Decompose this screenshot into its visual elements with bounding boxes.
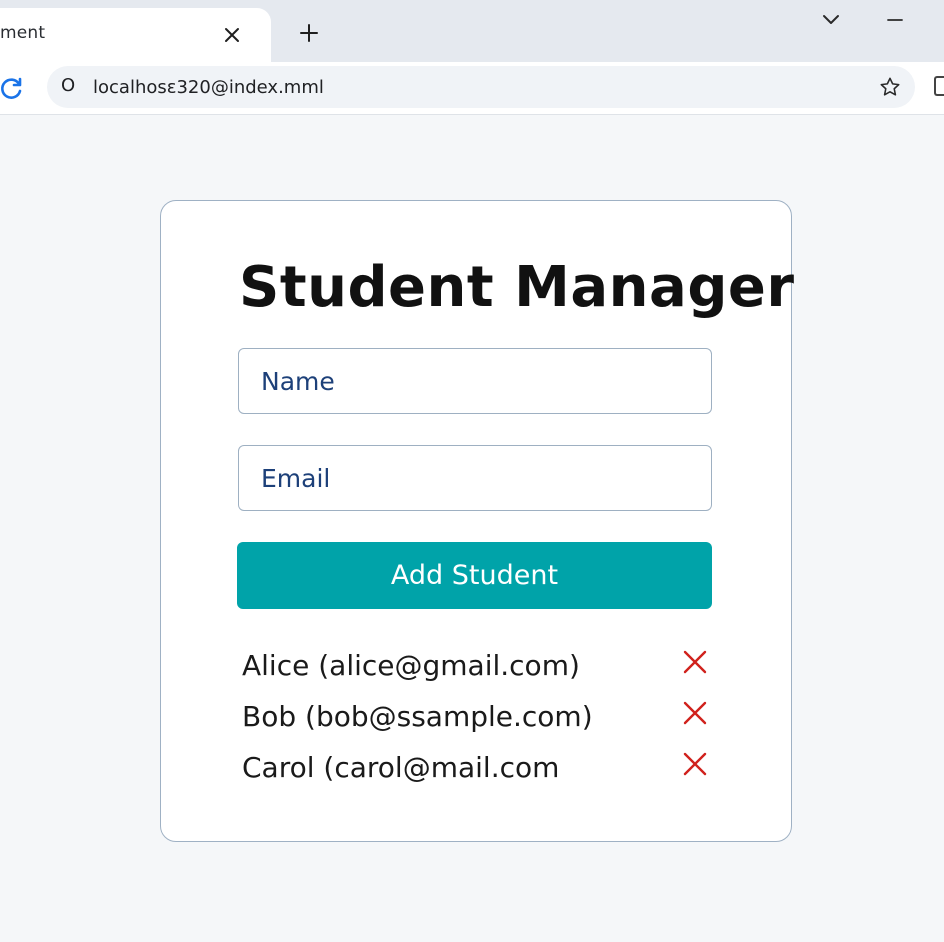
student-label: Bob (bob@ssample.com) bbox=[242, 700, 593, 733]
close-icon bbox=[683, 650, 707, 674]
minimize-icon bbox=[887, 19, 903, 21]
list-item: Bob (bob@ssample.com) bbox=[242, 696, 712, 738]
site-info-button[interactable]: O bbox=[61, 75, 75, 96]
tab-close-button[interactable] bbox=[217, 20, 247, 50]
browser-tab-strip: ment bbox=[0, 0, 944, 62]
page-viewport: Student Manager Add Student Alice (alice… bbox=[0, 115, 944, 942]
side-panel-icon[interactable] bbox=[934, 76, 944, 96]
bookmark-button[interactable] bbox=[877, 74, 903, 100]
tab-search-button[interactable] bbox=[816, 6, 846, 34]
address-bar[interactable]: O localhosε320@index.mml bbox=[47, 66, 915, 108]
remove-student-button[interactable] bbox=[679, 696, 711, 730]
url-text[interactable]: localhosε320@index.mml bbox=[93, 77, 324, 98]
chevron-down-icon bbox=[823, 15, 839, 24]
reload-button[interactable] bbox=[0, 74, 26, 104]
close-icon bbox=[683, 752, 707, 776]
add-student-button[interactable]: Add Student bbox=[237, 542, 712, 609]
star-icon bbox=[880, 77, 900, 96]
close-icon bbox=[225, 28, 239, 42]
plus-icon bbox=[300, 24, 318, 42]
close-icon bbox=[683, 701, 707, 725]
remove-student-button[interactable] bbox=[679, 747, 711, 781]
list-item: Alice (alice@gmail.com) bbox=[242, 645, 712, 687]
browser-toolbar: O localhosε320@index.mml bbox=[0, 62, 944, 115]
minimize-button[interactable] bbox=[880, 6, 910, 34]
email-input[interactable] bbox=[238, 445, 712, 511]
page-title: Student Manager bbox=[239, 255, 795, 320]
name-input[interactable] bbox=[238, 348, 712, 414]
remove-student-button[interactable] bbox=[679, 645, 711, 679]
list-item: Carol (carol@mail.com bbox=[242, 747, 712, 789]
student-label: Alice (alice@gmail.com) bbox=[242, 649, 580, 682]
new-tab-button[interactable] bbox=[294, 18, 324, 48]
student-manager-card: Student Manager Add Student Alice (alice… bbox=[160, 200, 795, 842]
browser-tab[interactable]: ment bbox=[0, 8, 271, 62]
reload-icon bbox=[1, 77, 22, 99]
student-label: Carol (carol@mail.com bbox=[242, 751, 560, 784]
tab-title: ment bbox=[0, 23, 46, 43]
